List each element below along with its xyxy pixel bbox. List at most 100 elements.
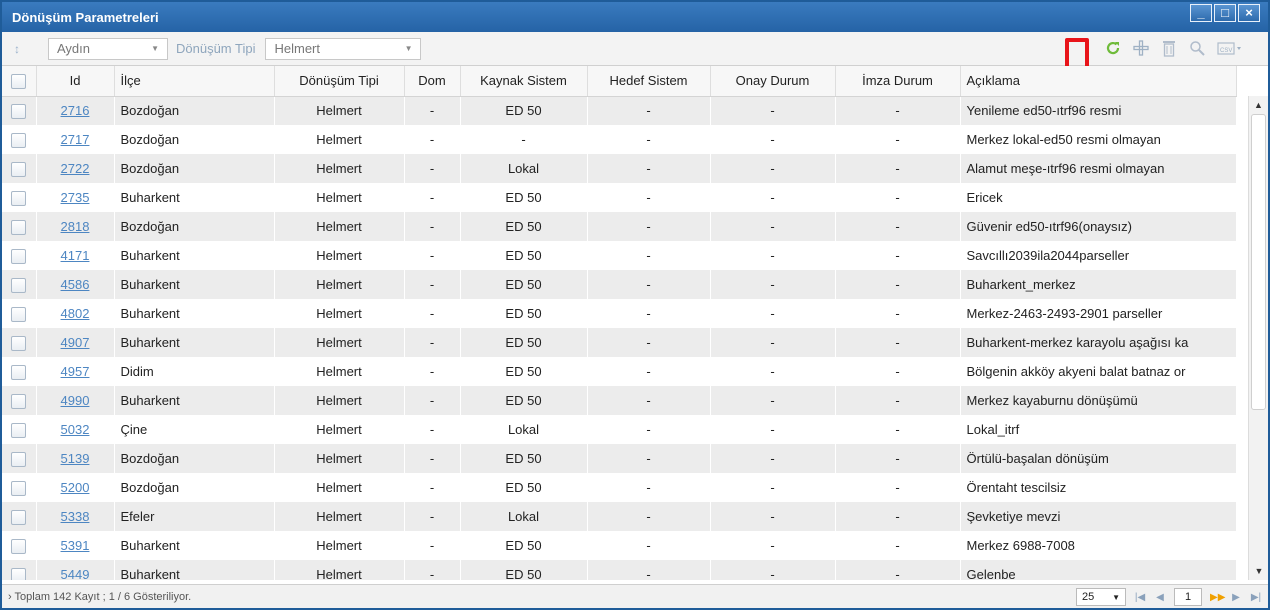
row-checkbox[interactable] xyxy=(11,480,27,496)
table-row[interactable]: 2717 Bozdoğan Helmert - - - - - Merkez lokal-ed5… xyxy=(2,125,1236,154)
row-checkbox-cell[interactable] xyxy=(2,531,36,560)
record-id-link[interactable]: 5139 xyxy=(61,451,90,466)
row-checkbox[interactable] xyxy=(11,335,27,351)
table-row[interactable]: 4990 Buharkent Helmert - ED 50- - - Merkez kaya… xyxy=(2,386,1236,415)
row-checkbox[interactable] xyxy=(11,509,27,525)
record-id-link[interactable]: 2818 xyxy=(61,219,90,234)
maximize-button[interactable]: □ xyxy=(1214,4,1236,22)
table-row[interactable]: 4586 Buharkent Helmert - ED 50- - - Buharkent_m… xyxy=(2,270,1236,299)
row-checkbox[interactable] xyxy=(11,132,27,148)
zoom-icon[interactable] xyxy=(1188,38,1206,58)
row-checkbox[interactable] xyxy=(11,567,27,580)
next-block-icon[interactable]: ▶▶ xyxy=(1210,592,1225,603)
record-id-link[interactable]: 5338 xyxy=(61,509,90,524)
csv-export-icon[interactable]: CSV xyxy=(1216,38,1244,58)
row-checkbox[interactable] xyxy=(11,393,27,409)
last-page-icon[interactable]: ▶| xyxy=(1250,592,1262,603)
row-checkbox-cell[interactable] xyxy=(2,270,36,299)
select-all-checkbox-cell[interactable] xyxy=(2,66,37,97)
row-checkbox[interactable] xyxy=(11,190,27,206)
row-checkbox[interactable] xyxy=(11,306,27,322)
row-checkbox[interactable] xyxy=(11,451,27,467)
first-page-icon[interactable]: |◀ xyxy=(1134,592,1146,603)
row-checkbox[interactable] xyxy=(11,219,27,235)
minimize-button[interactable]: _ xyxy=(1190,4,1212,22)
record-id-link[interactable]: 2722 xyxy=(61,161,90,176)
row-checkbox-cell[interactable] xyxy=(2,415,36,444)
column-header-onay-durum[interactable]: Onay Durum xyxy=(710,66,836,97)
vertical-scrollbar[interactable]: ▲ ▼ xyxy=(1248,96,1268,580)
row-checkbox-cell[interactable] xyxy=(2,299,36,328)
row-checkbox-cell[interactable] xyxy=(2,473,36,502)
scrollbar-thumb[interactable] xyxy=(1251,114,1266,410)
table-row[interactable]: 4957 Didim Helmert - ED 50 - - - Bölgenin akköy … xyxy=(2,357,1236,386)
scroll-down-icon[interactable]: ▼ xyxy=(1249,562,1268,580)
column-header-imza-durum[interactable]: İmza Durum xyxy=(835,66,961,97)
table-row[interactable]: 2818 Bozdoğan Helmert - ED 50- - - Güvenir ed50… xyxy=(2,212,1236,241)
column-header-aciklama[interactable]: Açıklama xyxy=(960,66,1237,97)
il-select[interactable]: Aydın ▼ xyxy=(48,37,168,60)
record-id-link[interactable]: 5449 xyxy=(61,567,90,580)
row-checkbox[interactable] xyxy=(11,364,27,380)
row-checkbox-cell[interactable] xyxy=(2,183,36,212)
column-header-donusum-tipi[interactable]: Dönüşüm Tipi xyxy=(274,66,405,97)
refresh-icon[interactable] xyxy=(1104,38,1122,58)
table-row[interactable]: 5200 Bozdoğan Helmert - ED 50 - - - Örentaht tes… xyxy=(2,473,1236,502)
row-checkbox[interactable] xyxy=(11,103,27,119)
column-header-hedef-sistem[interactable]: Hedef Sistem xyxy=(587,66,711,97)
record-id-link[interactable]: 5200 xyxy=(61,480,90,495)
row-checkbox-cell[interactable] xyxy=(2,386,36,415)
row-checkbox-cell[interactable] xyxy=(2,357,36,386)
record-id-link[interactable]: 2735 xyxy=(61,190,90,205)
record-id-link[interactable]: 4907 xyxy=(61,335,90,350)
scroll-up-icon[interactable]: ▲ xyxy=(1249,96,1268,114)
row-checkbox[interactable] xyxy=(11,161,27,177)
row-checkbox-cell[interactable] xyxy=(2,560,36,580)
record-id-link[interactable]: 5032 xyxy=(61,422,90,437)
column-header-dom[interactable]: Dom xyxy=(404,66,461,97)
donusum-tipi-select[interactable]: Helmert ▼ xyxy=(265,37,422,60)
column-header-ilce[interactable]: İlçe xyxy=(114,66,275,97)
table-row[interactable]: 2735 Buharkent Helmert - ED 50 - - - Ericek xyxy=(2,183,1236,212)
table-row[interactable]: 4907 Buharkent Helmert - ED 50- - - Buharkent-m… xyxy=(2,328,1236,357)
record-id-link[interactable]: 4586 xyxy=(61,277,90,292)
row-checkbox-cell[interactable] xyxy=(2,125,36,154)
table-row[interactable]: 5139 Bozdoğan Helmert - ED 50- - - Örtülü-başal… xyxy=(2,444,1236,473)
page-number-input[interactable]: 1 xyxy=(1174,588,1202,606)
table-row[interactable]: 5032 Çine Helmert - Lokal - - - Lokal_itrf xyxy=(2,415,1236,444)
delete-icon[interactable] xyxy=(1160,38,1178,58)
table-row[interactable]: 5338 Efeler Helmert - Lokal - - - Şevketiye mevz… xyxy=(2,502,1236,531)
close-button[interactable]: × xyxy=(1238,4,1260,22)
table-row[interactable]: 2716 Bozdoğan Helmert - ED 50- - - Yenileme ed5… xyxy=(2,96,1236,125)
row-checkbox[interactable] xyxy=(11,422,27,438)
record-id-link[interactable]: 4802 xyxy=(61,306,90,321)
table-row[interactable]: 4802 Buharkent Helmert - ED 50 - - - Merkez-2463… xyxy=(2,299,1236,328)
record-id-link[interactable]: 4957 xyxy=(61,364,90,379)
table-row[interactable]: 2722 Bozdoğan Helmert - Lokal - - - Alamut meşe-… xyxy=(2,154,1236,183)
row-checkbox[interactable] xyxy=(11,277,27,293)
row-checkbox-cell[interactable] xyxy=(2,444,36,473)
record-id-link[interactable]: 2716 xyxy=(61,103,90,118)
table-row[interactable]: 5391 Buharkent Helmert - ED 50 - - - Merkez 6988… xyxy=(2,531,1236,560)
next-page-icon[interactable]: ▶ xyxy=(1230,592,1242,603)
add-icon[interactable] xyxy=(1132,38,1150,58)
row-checkbox[interactable] xyxy=(11,248,27,264)
record-id-link[interactable]: 5391 xyxy=(61,538,90,553)
sort-icon[interactable]: ↕ xyxy=(14,42,48,56)
record-id-link[interactable]: 4171 xyxy=(61,248,90,263)
column-header-id[interactable]: Id xyxy=(36,66,115,97)
table-row[interactable]: 5449 Buharkent Helmert - ED 50- - - Gelenbe xyxy=(2,560,1236,580)
row-checkbox-cell[interactable] xyxy=(2,212,36,241)
row-checkbox-cell[interactable] xyxy=(2,328,36,357)
page-size-select[interactable]: 25 ▼ xyxy=(1076,588,1126,606)
row-checkbox[interactable] xyxy=(11,538,27,554)
row-checkbox-cell[interactable] xyxy=(2,241,36,270)
row-checkbox-cell[interactable] xyxy=(2,502,36,531)
column-header-kaynak-sistem[interactable]: Kaynak Sistem xyxy=(460,66,588,97)
row-checkbox-cell[interactable] xyxy=(2,96,36,125)
select-all-checkbox[interactable] xyxy=(11,73,27,89)
record-id-link[interactable]: 2717 xyxy=(61,132,90,147)
record-id-link[interactable]: 4990 xyxy=(61,393,90,408)
prev-page-icon[interactable]: ◀ xyxy=(1154,592,1166,603)
table-row[interactable]: 4171 Buharkent Helmert - ED 50 - - - Savcıllı203… xyxy=(2,241,1236,270)
